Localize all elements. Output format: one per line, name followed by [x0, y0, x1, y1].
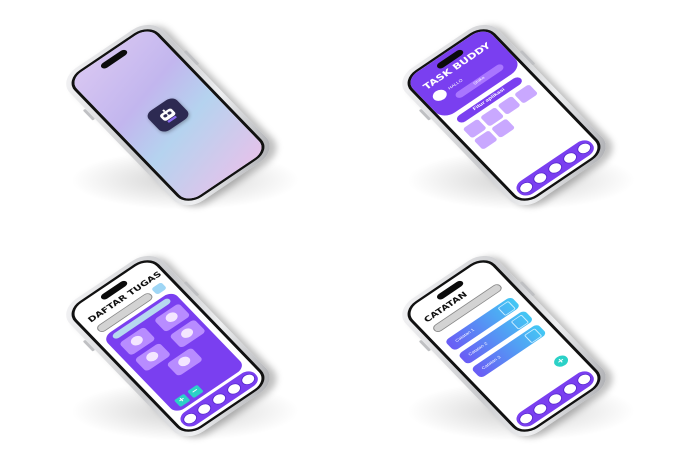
task-card[interactable]: [166, 347, 204, 377]
note-title: Catatan 1: [454, 327, 476, 344]
filter-button[interactable]: [151, 282, 168, 296]
task-icon[interactable]: [530, 169, 551, 186]
task-card-image: [163, 310, 180, 324]
task-icon[interactable]: [194, 400, 215, 417]
note-icon: [523, 328, 543, 344]
notes-icon[interactable]: [545, 391, 565, 407]
note-icon: [510, 314, 530, 330]
task-card-image: [128, 333, 146, 348]
home-icon[interactable]: [516, 179, 536, 196]
mockup-tasks: DAFTAR TUGAS + −: [0, 231, 336, 461]
add-note-button[interactable]: +: [551, 353, 571, 370]
calendar-icon[interactable]: [560, 150, 580, 167]
add-task-button[interactable]: +: [173, 393, 191, 408]
notes-icon[interactable]: [209, 391, 229, 407]
mockup-notes: CATATAN Catatan 1 Catatan 2 Catatan 3 +: [336, 231, 672, 461]
home-icon[interactable]: [180, 410, 200, 427]
calendar-icon[interactable]: [224, 381, 244, 398]
mockup-menu: TASK BUDDY HALLO Shiko Fitur aplikasi: [336, 0, 672, 230]
profile-icon[interactable]: [574, 140, 594, 157]
task-card-image: [178, 326, 196, 340]
mockup-home: [0, 0, 336, 230]
note-title: Catatan 3: [480, 355, 503, 371]
task-card-image: [143, 349, 161, 364]
feature-tile[interactable]: [496, 95, 522, 116]
calendar-icon[interactable]: [560, 381, 580, 398]
note-title: Catatan 2: [467, 341, 489, 358]
profile-icon[interactable]: [238, 371, 258, 388]
home-icon[interactable]: [516, 410, 536, 427]
avatar[interactable]: [430, 87, 450, 104]
task-icon[interactable]: [530, 400, 551, 417]
task-card-image: [175, 354, 193, 369]
remove-task-button[interactable]: −: [187, 384, 204, 399]
profile-icon[interactable]: [574, 371, 594, 388]
feature-tile[interactable]: [514, 84, 539, 104]
note-icon: [497, 300, 516, 317]
notes-icon[interactable]: [545, 160, 565, 176]
